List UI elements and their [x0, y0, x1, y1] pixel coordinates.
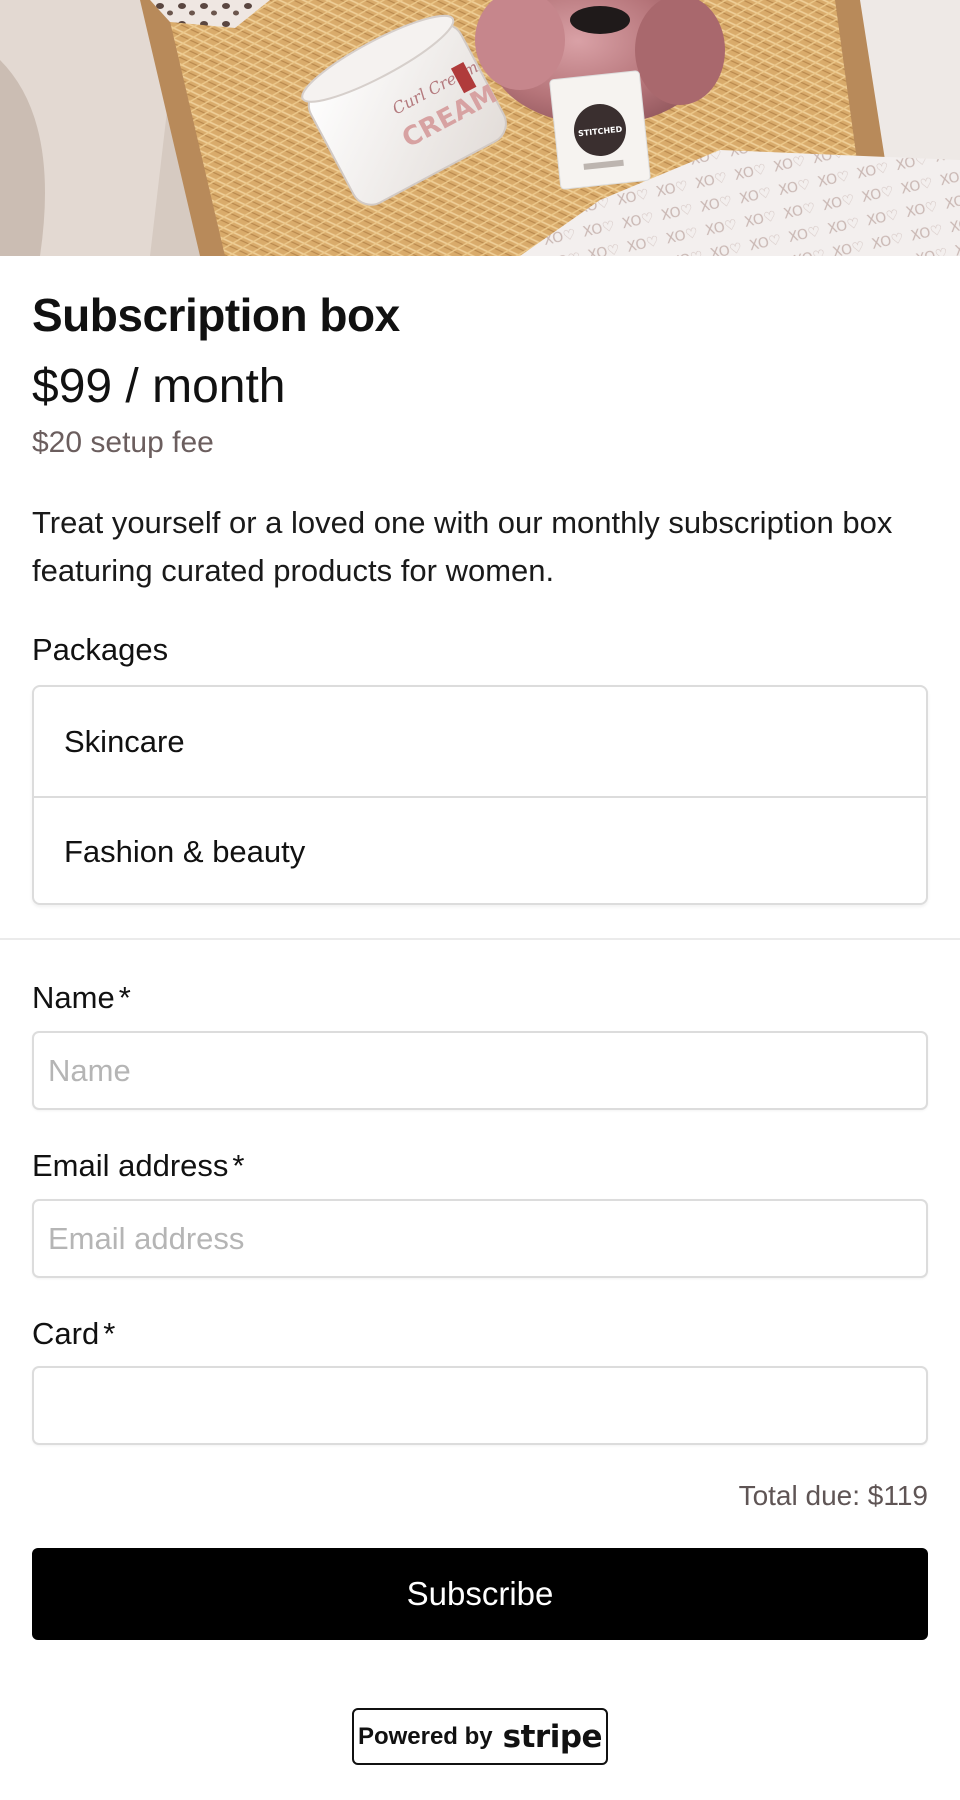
card-label-text: Card [32, 1316, 100, 1351]
powered-by-text: Powered by [357, 1722, 493, 1750]
packages-list: Skincare Fashion & beauty [32, 685, 928, 905]
email-label-text: Email address [32, 1148, 229, 1183]
subscription-box-photo: XO♡ [0, 0, 960, 256]
required-mark: * [103, 1316, 116, 1351]
name-field[interactable] [32, 1031, 928, 1110]
name-label-text: Name [32, 980, 115, 1015]
name-label: Name * [32, 980, 131, 1016]
email-label: Email address * [32, 1148, 245, 1184]
total-due: Total due: $119 [738, 1480, 928, 1511]
package-option-skincare[interactable]: Skincare [34, 687, 926, 796]
product-price: $99 / month [32, 360, 286, 413]
stripe-logo: stripe [502, 1718, 603, 1755]
powered-by-stripe-badge[interactable]: Powered by stripe [352, 1708, 608, 1765]
setup-fee: $20 setup fee [32, 426, 214, 459]
packages-label: Packages [32, 632, 169, 667]
product-tag-illustration: STITCHED [549, 70, 651, 190]
required-mark: * [232, 1148, 245, 1183]
package-option-fashion-beauty[interactable]: Fashion & beauty [34, 796, 926, 905]
card-label: Card * [32, 1316, 115, 1352]
product-title: Subscription box [32, 289, 400, 341]
email-field[interactable] [32, 1199, 928, 1278]
card-field[interactable] [32, 1366, 928, 1445]
subscribe-button[interactable]: Subscribe [32, 1548, 928, 1640]
required-mark: * [118, 980, 131, 1015]
section-divider [0, 938, 960, 940]
hero-image: XO♡ [0, 0, 960, 256]
product-description: Treat yourself or a loved one with our m… [32, 505, 893, 588]
